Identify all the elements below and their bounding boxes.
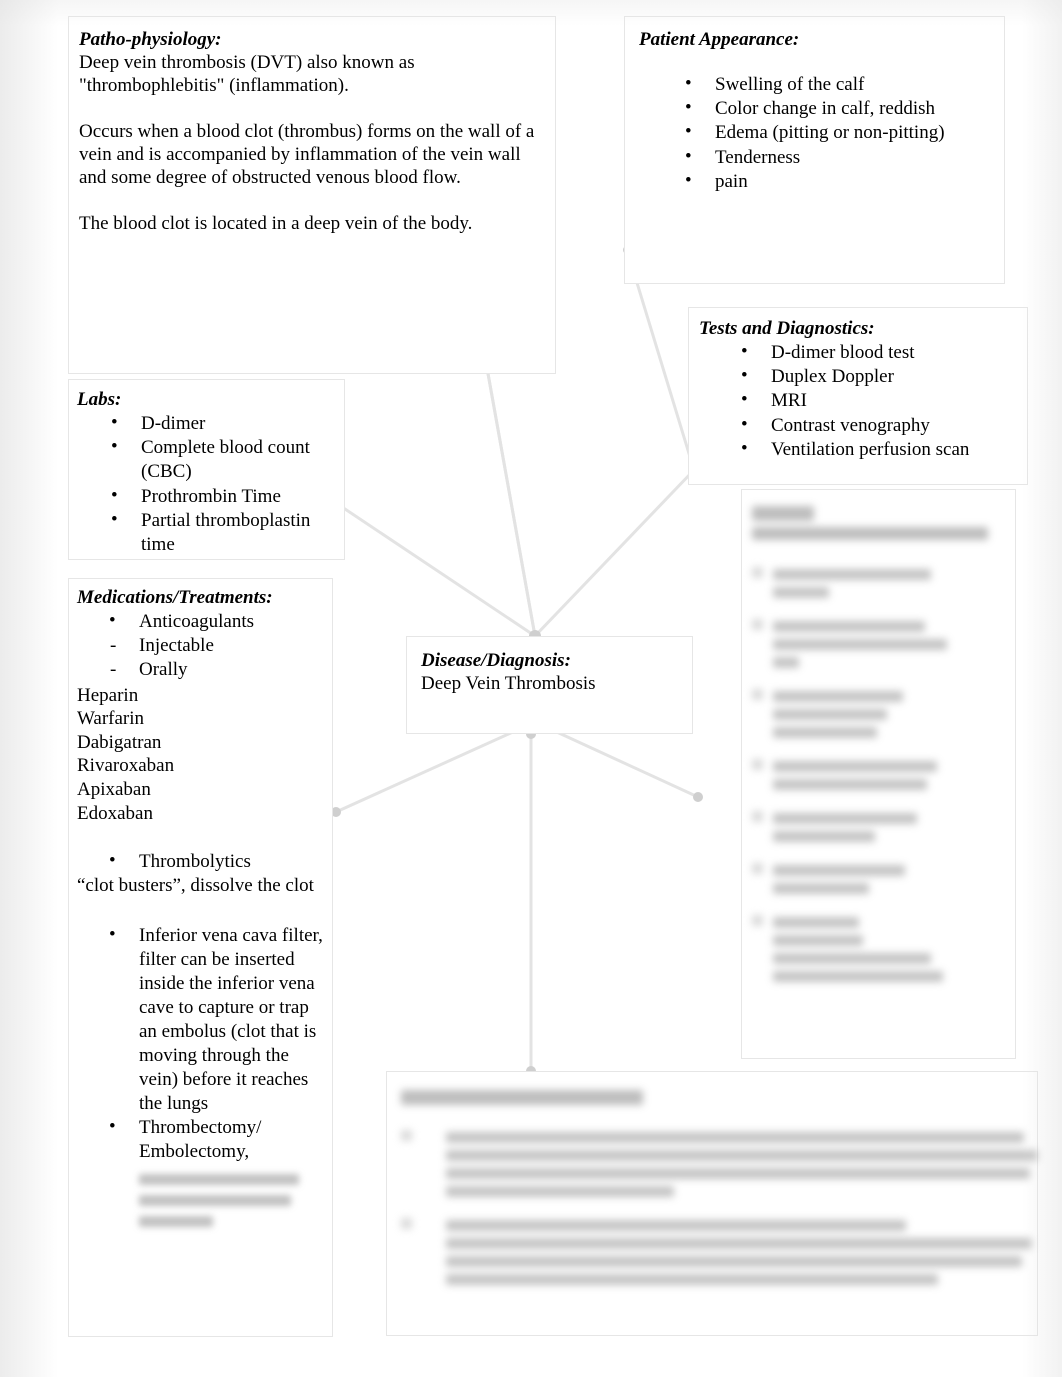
- list-item: Thrombolytics: [109, 849, 324, 874]
- list-item: Thrombectomy/ Embolectomy,: [109, 1115, 324, 1164]
- redacted-bullet: [752, 915, 763, 926]
- labs-box: Labs: D-dimer Complete blood count (CBC)…: [68, 379, 345, 560]
- list-item: Prothrombin Time: [111, 483, 334, 509]
- redacted-line: [139, 1174, 299, 1186]
- labs-heading: Labs:: [77, 389, 122, 410]
- connector-node-nursing: [693, 792, 703, 802]
- redacted-bullet: [752, 759, 763, 770]
- nursing-interventions-box: [386, 1071, 1038, 1336]
- drug-name: Dabigatran: [77, 731, 162, 753]
- list-item: Edema (pitting or non-pitting): [685, 120, 990, 145]
- redacted-lines: [773, 858, 1007, 901]
- list-item: Anticoagulants: [109, 609, 324, 634]
- list-item: Duplex Doppler: [741, 364, 1017, 389]
- list-item: D-dimer: [111, 411, 334, 436]
- redacted-list-item: [752, 614, 1007, 675]
- list-item: Contrast venography: [741, 412, 1017, 438]
- patient-appearance-heading: Patient Appearance:: [639, 29, 800, 50]
- redacted-list-item: [752, 910, 1007, 989]
- redacted-list-item: [752, 562, 1007, 605]
- redacted-bullet: [401, 1130, 412, 1141]
- list-item: Swelling of the calf: [685, 72, 990, 97]
- pathophysiology-text: Deep vein thrombosis (DVT) also known as…: [79, 52, 535, 235]
- redacted-list-item: [752, 806, 1007, 849]
- redacted-list-item: [752, 684, 1007, 745]
- list-item: Complete blood count (CBC): [111, 435, 334, 484]
- connector-to-pathophysiology-up: [485, 367, 537, 637]
- connector-to-labs: [335, 501, 536, 638]
- redacted-bullet: [752, 567, 763, 578]
- disease-diagnosis-heading: Disease/Diagnosis:: [421, 650, 571, 671]
- redacted-list-item: [401, 1213, 1032, 1292]
- redacted-lines: [773, 754, 1007, 797]
- patient-appearance-list: Swelling of the calf Color change in cal…: [639, 72, 990, 194]
- redacted-lines: [773, 562, 1007, 605]
- list-item: D-dimer blood test: [741, 340, 1017, 365]
- list-item: Orally: [109, 658, 324, 682]
- redacted-lines: [446, 1125, 1038, 1204]
- tests-and-diagnostics-heading: Tests and Diagnostics:: [699, 318, 875, 339]
- redacted-bullet: [752, 863, 763, 874]
- tests-and-diagnostics-list: D-dimer blood test Duplex Doppler MRI Co…: [699, 340, 1017, 462]
- redacted-heading-line: [752, 506, 814, 521]
- labs-list: D-dimer Complete blood count (CBC) Proth…: [77, 411, 334, 557]
- redacted-heading-line: [752, 527, 988, 540]
- tests-and-diagnostics-box: Tests and Diagnostics: D-dimer blood tes…: [688, 307, 1028, 485]
- connector-to-medications: [335, 720, 536, 814]
- disease-diagnosis-box: Disease/Diagnosis: Deep Vein Thrombosis: [406, 636, 693, 734]
- list-item: pain: [685, 169, 990, 194]
- list-item: Tenderness: [685, 144, 990, 170]
- thrombolytics-list: Thrombolytics: [77, 849, 324, 874]
- list-item: Injectable: [109, 634, 324, 658]
- list-item: MRI: [741, 388, 1017, 413]
- pathophysiology-heading: Patho-physiology:: [79, 29, 222, 50]
- drug-name: Rivaroxaban: [77, 755, 175, 777]
- medications-heading: Medications/Treatments:: [77, 587, 273, 608]
- list-item: Color change in calf, reddish: [685, 96, 990, 121]
- redacted-bullet: [752, 619, 763, 630]
- drug-name: Apixaban: [77, 779, 151, 801]
- connector-to-tests: [533, 468, 696, 638]
- redacted-list-item: [752, 754, 1007, 797]
- redacted-lines: [773, 910, 1007, 989]
- medications-redacted-tail: [139, 1174, 324, 1228]
- concept-map-page: Patho-physiology: Deep vein thrombosis (…: [0, 0, 1062, 1377]
- redacted-bullet: [752, 811, 763, 822]
- nursing-interventions-redacted-content: [401, 1090, 1038, 1292]
- list-item: Inferior vena cava filter, filter can be…: [109, 923, 324, 1116]
- disease-diagnosis-value: Deep Vein Thrombosis: [421, 673, 596, 695]
- redacted-line: [139, 1216, 213, 1228]
- medications-treatments-box: Medications/Treatments: Anticoagulants I…: [68, 578, 333, 1337]
- redacted-lines: [446, 1213, 1032, 1292]
- redacted-bullet: [401, 1218, 412, 1229]
- pathophysiology-box: Patho-physiology: Deep vein thrombosis (…: [68, 16, 556, 374]
- nursing-redacted-content: [752, 506, 1007, 989]
- ivc-filter-list: Inferior vena cava filter, filter can be…: [77, 923, 324, 1164]
- nursing-responsibilities-box: [741, 489, 1016, 1059]
- drug-name: Warfarin: [77, 708, 145, 730]
- list-item: Ventilation perfusion scan: [741, 437, 1017, 462]
- drug-name: Edoxaban: [77, 802, 153, 824]
- drug-list: Heparin Warfarin Dabigatran Rivaroxaban …: [77, 684, 324, 826]
- redacted-heading-line: [401, 1090, 643, 1105]
- redacted-line: [139, 1195, 291, 1207]
- drug-name: Heparin: [77, 684, 139, 706]
- redacted-list-item: [752, 858, 1007, 901]
- list-item: Partial thromboplastin time: [111, 508, 334, 557]
- thrombolytics-note: “clot busters”, dissolve the clot: [77, 875, 314, 897]
- redacted-bullet: [752, 689, 763, 700]
- patient-appearance-box: Patient Appearance: Swelling of the calf…: [624, 16, 1005, 284]
- redacted-lines: [773, 806, 1007, 849]
- redacted-lines: [773, 684, 1007, 745]
- redacted-list-item: [401, 1125, 1038, 1204]
- redacted-lines: [773, 614, 1007, 675]
- anticoagulants-list: Anticoagulants Injectable Orally: [77, 609, 324, 682]
